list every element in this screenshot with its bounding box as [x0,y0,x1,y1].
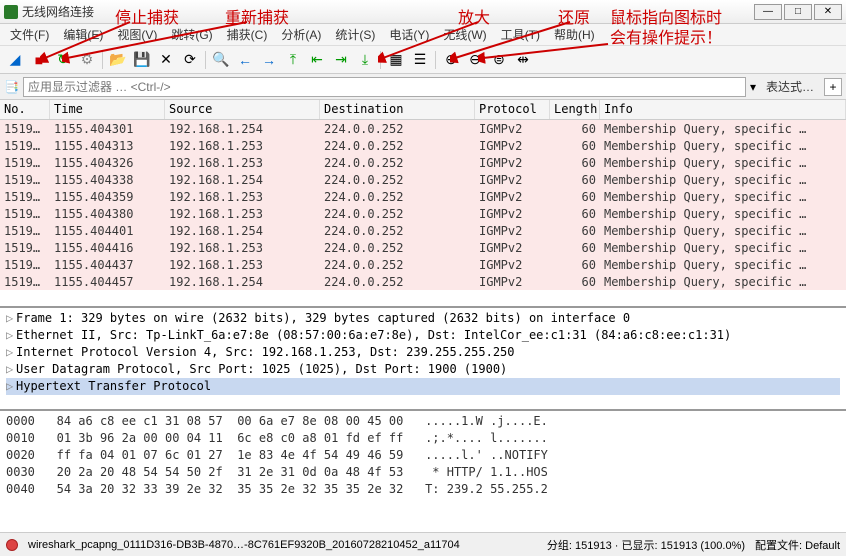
resize-cols-button[interactable]: ⇹ [512,49,534,71]
col-info[interactable]: Info [600,100,846,119]
col-destination[interactable]: Destination [320,100,475,119]
view-mode-button[interactable]: ☰ [409,49,431,71]
detail-ethernet[interactable]: ▷Ethernet II, Src: Tp-LinkT_6a:e7:8e (08… [6,327,840,344]
status-packets: 分组: 151913 · 已显示: 151913 (100.0%) [547,537,745,553]
packet-row[interactable]: 1519…1155.404437192.168.1.253224.0.0.252… [0,256,846,273]
window-title: 无线网络连接 [22,3,754,20]
statusbar: wireshark_pcapng_0111D316-DB3B-4870…-8C7… [0,532,846,556]
go-back-button[interactable]: ← [234,49,256,71]
menubar: 文件(F) 编辑(E) 视图(V) 跳转(G) 捕获(C) 分析(A) 统计(S… [0,24,846,46]
colorize-button[interactable]: ▦ [385,49,407,71]
menu-go[interactable]: 跳转(G) [165,25,218,44]
menu-view[interactable]: 视图(V) [111,25,163,44]
hex-row[interactable]: 0000 84 a6 c8 ee c1 31 08 57 00 6a e7 8e… [6,413,840,430]
filterbar: 📑 ▾ 表达式… + [0,74,846,100]
reload-button[interactable]: ⟳ [179,49,201,71]
toolbar: ◢ ■ ↻ ⚙ 📂 💾 ✕ ⟳ 🔍 ← → ⤒ ⇤ ⇥ ⤓ ▦ ☰ ⊕ ⊖ ⊜ … [0,46,846,74]
app-icon [4,5,18,19]
filter-dropdown-icon[interactable]: ▾ [750,80,756,94]
menu-capture[interactable]: 捕获(C) [221,25,274,44]
expression-button[interactable]: 表达式… [760,78,820,95]
packet-details[interactable]: ▷Frame 1: 329 bytes on wire (2632 bits),… [0,308,846,411]
col-source[interactable]: Source [165,100,320,119]
start-capture-button[interactable]: ◢ [4,49,26,71]
packet-row[interactable]: 1519…1155.404326192.168.1.253224.0.0.252… [0,154,846,171]
detail-udp[interactable]: ▷User Datagram Protocol, Src Port: 1025 … [6,361,840,378]
packet-bytes[interactable]: 0000 84 a6 c8 ee c1 31 08 57 00 6a e7 8e… [0,411,846,504]
add-filter-button[interactable]: + [824,78,842,96]
maximize-button[interactable]: □ [784,4,812,20]
column-header[interactable]: No. Time Source Destination Protocol Len… [0,100,846,120]
close-button[interactable]: ✕ [814,4,842,20]
menu-telephony[interactable]: 电话(Y) [383,25,435,44]
packet-row[interactable]: 1519…1155.404380192.168.1.253224.0.0.252… [0,205,846,222]
detail-http[interactable]: ▷Hypertext Transfer Protocol [6,378,840,395]
titlebar: 无线网络连接 — □ ✕ [0,0,846,24]
zoom-reset-button[interactable]: ⊜ [488,49,510,71]
hex-row[interactable]: 0040 54 3a 20 32 33 39 2e 32 35 35 2e 32… [6,481,840,498]
status-profile[interactable]: 配置文件: Default [755,537,840,553]
col-length[interactable]: Length [550,100,600,119]
hex-row[interactable]: 0020 ff fa 04 01 07 6c 01 27 1e 83 4e 4f… [6,447,840,464]
packet-row[interactable]: 1519…1155.404338192.168.1.254224.0.0.252… [0,171,846,188]
col-time[interactable]: Time [50,100,165,119]
expert-info-icon[interactable] [6,539,18,551]
detail-ip[interactable]: ▷Internet Protocol Version 4, Src: 192.1… [6,344,840,361]
zoom-out-button[interactable]: ⊖ [464,49,486,71]
menu-tools[interactable]: 工具(T) [495,25,546,44]
go-last-button[interactable]: ⇥ [330,49,352,71]
packet-row[interactable]: 1519…1155.404416192.168.1.253224.0.0.252… [0,239,846,256]
find-button[interactable]: 🔍 [210,49,232,71]
save-file-button[interactable]: 💾 [131,49,153,71]
zoom-in-button[interactable]: ⊕ [440,49,462,71]
display-filter-input[interactable] [23,77,746,97]
packet-row[interactable]: 1519…1155.404401192.168.1.254224.0.0.252… [0,222,846,239]
hex-row[interactable]: 0010 01 3b 96 2a 00 00 04 11 6c e8 c0 a8… [6,430,840,447]
detail-frame[interactable]: ▷Frame 1: 329 bytes on wire (2632 bits),… [6,310,840,327]
restart-capture-button[interactable]: ↻ [52,49,74,71]
menu-file[interactable]: 文件(F) [4,25,55,44]
menu-edit[interactable]: 编辑(E) [57,25,109,44]
menu-wireless[interactable]: 无线(W) [437,25,492,44]
bookmark-icon[interactable]: 📑 [4,80,19,94]
packet-row[interactable]: 1519…1155.404359192.168.1.253224.0.0.252… [0,188,846,205]
packet-list[interactable]: No. Time Source Destination Protocol Len… [0,100,846,308]
packet-row[interactable]: 1519…1155.404457192.168.1.254224.0.0.252… [0,273,846,290]
col-no[interactable]: No. [0,100,50,119]
go-forward-button[interactable]: → [258,49,280,71]
go-first-button[interactable]: ⇤ [306,49,328,71]
col-protocol[interactable]: Protocol [475,100,550,119]
hex-row[interactable]: 0030 20 2a 20 48 54 54 50 2f 31 2e 31 0d… [6,464,840,481]
packet-row[interactable]: 1519…1155.404313192.168.1.253224.0.0.252… [0,137,846,154]
menu-help[interactable]: 帮助(H) [548,25,601,44]
go-to-button[interactable]: ⤒ [282,49,304,71]
close-file-button[interactable]: ✕ [155,49,177,71]
status-file: wireshark_pcapng_0111D316-DB3B-4870…-8C7… [28,539,537,551]
capture-options-button[interactable]: ⚙ [76,49,98,71]
packet-row[interactable]: 1519…1155.404301192.168.1.254224.0.0.252… [0,120,846,137]
auto-scroll-button[interactable]: ⤓ [354,49,376,71]
open-file-button[interactable]: 📂 [107,49,129,71]
menu-analyze[interactable]: 分析(A) [275,25,327,44]
menu-stats[interactable]: 统计(S) [329,25,381,44]
minimize-button[interactable]: — [754,4,782,20]
stop-capture-button[interactable]: ■ [28,49,50,71]
